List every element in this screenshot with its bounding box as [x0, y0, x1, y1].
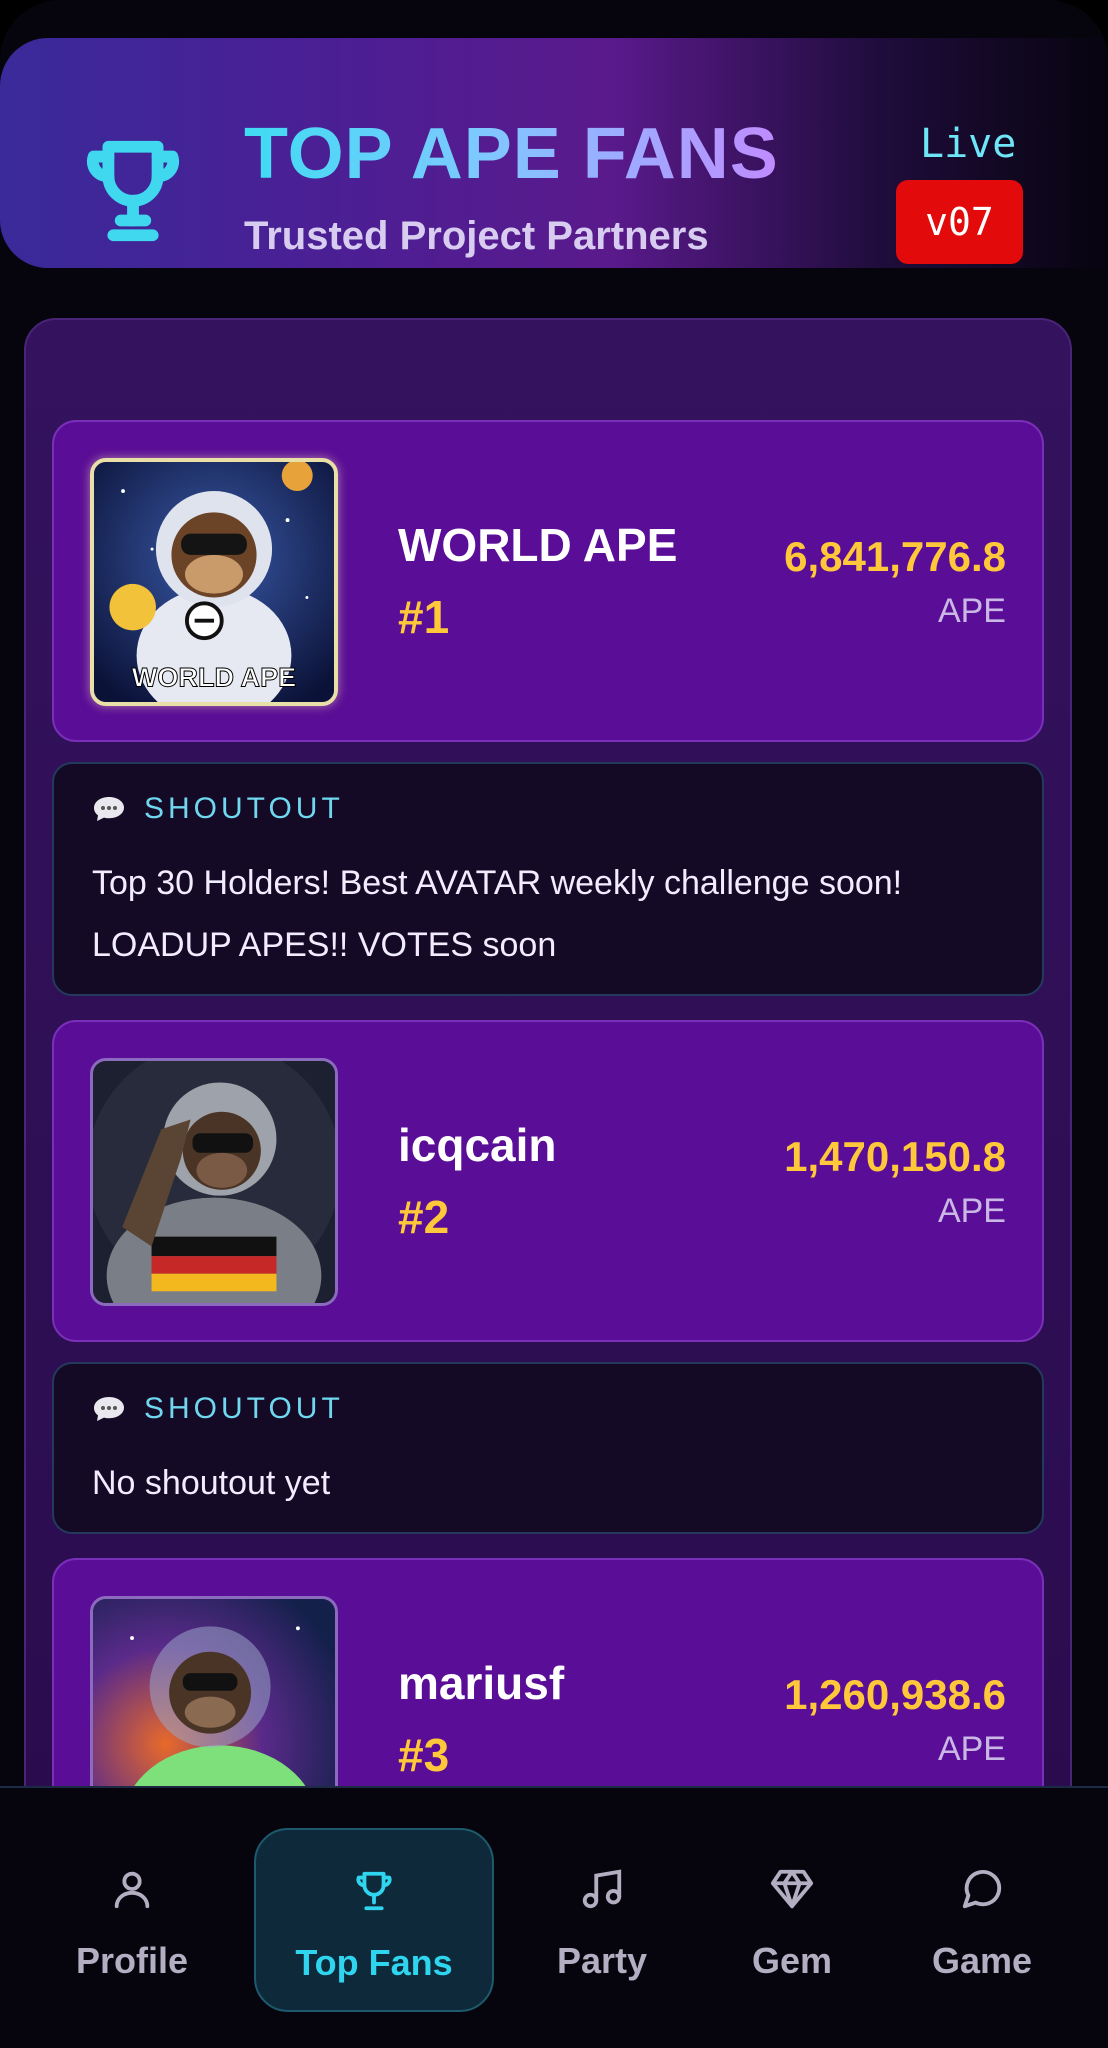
version-badge: v07 — [896, 180, 1023, 264]
chat-icon — [962, 1870, 1002, 1909]
live-status: Live — [920, 121, 1017, 167]
music-icon — [582, 1869, 622, 1909]
fan-avatar-2 — [90, 1058, 338, 1306]
nav-game[interactable]: Game — [862, 1828, 1102, 2012]
shoutout-text: No shoutout yet — [92, 1452, 1012, 1514]
fan-card-2[interactable]: icqcain #2 1,470,150.8 APE — [52, 1020, 1044, 1342]
nav-top-fans[interactable]: Top Fans — [254, 1828, 494, 2012]
fan-amount: 1,260,938.6 — [784, 1671, 1006, 1718]
shoutout-box-1: SHOUTOUT Top 30 Holders! Best AVATAR wee… — [52, 762, 1044, 996]
shoutout-line: No shoutout yet — [92, 1464, 331, 1502]
fan-amount: 1,470,150.8 — [784, 1133, 1006, 1180]
fan-rank: #1 — [398, 591, 450, 643]
app-screen: TOP APE FANS Trusted Project Partners Li… — [0, 0, 1108, 2048]
nav-profile[interactable]: Profile — [12, 1828, 252, 2012]
page-subtitle: Trusted Project Partners — [244, 214, 709, 258]
saluting-ape-image — [93, 1061, 335, 1303]
astronaut-ape-image: WORLD APE — [94, 462, 334, 702]
shoutout-label: SHOUTOUT — [144, 1392, 344, 1425]
speech-bubble-icon — [94, 1397, 124, 1421]
shoutout-header: SHOUTOUT — [92, 792, 344, 826]
fan-avatar-3 — [90, 1596, 338, 1816]
shoutout-label: SHOUTOUT — [144, 792, 344, 825]
leaderboard-panel[interactable]: WORLD APE WORLD APE #1 6,841,776.8 APE S… — [24, 318, 1072, 1818]
nav-label: Top Fans — [295, 1942, 453, 1983]
fan-unit: APE — [937, 1192, 1006, 1230]
fan-name: WORLD APE — [398, 519, 678, 571]
diamond-icon — [770, 1869, 814, 1909]
fan-amount: 6,841,776.8 — [784, 533, 1006, 580]
user-icon — [114, 1871, 150, 1909]
shoutout-line: Top 30 Holders! Best AVATAR weekly chall… — [92, 864, 903, 902]
fan-name: mariusf — [398, 1657, 565, 1709]
trophy-icon — [356, 1871, 392, 1911]
shoutout-box-2: SHOUTOUT No shoutout yet — [52, 1362, 1044, 1534]
fan-avatar-1: WORLD APE — [90, 458, 338, 706]
shoutout-text: Top 30 Holders! Best AVATAR weekly chall… — [92, 852, 1012, 976]
trophy-icon — [86, 140, 180, 242]
shoutout-line: LOADUP APES!! VOTES soon — [92, 926, 557, 964]
nav-label: Profile — [75, 1940, 189, 1981]
fan-rank: #2 — [398, 1191, 450, 1243]
fan-unit: APE — [937, 1730, 1006, 1768]
avatar-caption: WORLD APE — [132, 662, 296, 693]
bottom-nav: Profile Top Fans Party Gem Game — [0, 1786, 1108, 2048]
nav-label: Game — [931, 1940, 1033, 1981]
page-title: TOP APE FANS — [244, 114, 779, 194]
fan-unit: APE — [937, 592, 1006, 630]
fan-card-1[interactable]: WORLD APE WORLD APE #1 6,841,776.8 APE — [52, 420, 1044, 742]
speech-bubble-icon — [94, 797, 124, 821]
fan-rank: #3 — [398, 1729, 450, 1781]
shoutout-header: SHOUTOUT — [92, 1392, 344, 1426]
fan-name: icqcain — [398, 1119, 557, 1171]
fan-card-3[interactable]: mariusf #3 1,260,938.6 APE — [52, 1558, 1044, 1816]
header-banner: TOP APE FANS Trusted Project Partners Li… — [0, 38, 1108, 268]
